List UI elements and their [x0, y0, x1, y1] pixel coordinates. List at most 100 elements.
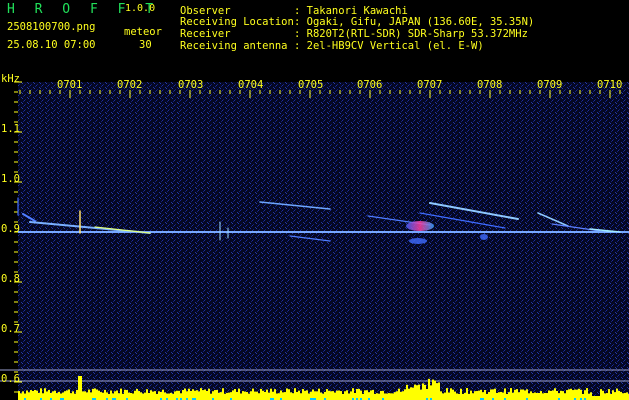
level-bar [602, 390, 604, 400]
info-value-observer: : Takanori Kawachi [294, 5, 408, 17]
level-bar [570, 388, 572, 400]
level-bar [82, 391, 84, 400]
level-bar [472, 393, 474, 400]
level-bar [240, 393, 242, 400]
level-bar [450, 388, 452, 400]
level-bar [248, 393, 250, 400]
level-bar [490, 389, 492, 400]
level-bar [540, 391, 542, 400]
level-bar [218, 392, 220, 400]
level-bar [390, 393, 392, 400]
level-bar [460, 388, 462, 400]
level-bar [508, 392, 510, 400]
level-bar [564, 393, 566, 400]
level-bar [216, 389, 218, 400]
y-tick-label: 0.9 [1, 223, 20, 235]
level-bar [48, 389, 50, 400]
level-bar [332, 391, 334, 400]
level-bar [550, 390, 552, 400]
level-bar [616, 388, 618, 400]
level-bar [46, 391, 48, 400]
level-bar [572, 390, 574, 400]
level-bar [588, 393, 590, 400]
image-filename: 2508100700.png [7, 21, 96, 33]
capture-datetime: 25.08.10 07:00 [7, 39, 96, 51]
level-bar [596, 396, 598, 400]
level-bar [190, 391, 192, 400]
level-bar [502, 392, 504, 400]
level-bar [462, 393, 464, 400]
level-bar [290, 392, 292, 400]
hrofft-window: H R O F F T 1.0.0 2508100700.png meteor … [0, 0, 629, 400]
level-bar [444, 392, 446, 400]
level-bar [258, 393, 260, 400]
level-bar [78, 376, 80, 400]
level-bar [134, 390, 136, 400]
level-bar [244, 391, 246, 400]
level-bar [344, 391, 346, 400]
level-bar [392, 393, 394, 400]
level-bar [322, 393, 324, 400]
level-bar [576, 389, 578, 400]
x-tick-label: 0702 [117, 79, 143, 91]
level-bar [214, 390, 216, 400]
level-bar [276, 393, 278, 400]
level-bar [336, 390, 338, 400]
level-bar [18, 391, 20, 400]
y-tick-label: 0.6 [1, 373, 20, 385]
level-bar [548, 390, 550, 400]
level-bar [302, 389, 304, 400]
level-bar [470, 390, 472, 400]
level-bar [430, 385, 432, 400]
level-bar [252, 388, 254, 400]
meteor-echo [409, 238, 427, 244]
level-bar [330, 391, 332, 400]
level-bar [542, 393, 544, 400]
level-bar [500, 391, 502, 400]
level-bar [400, 391, 402, 400]
level-bar [116, 390, 118, 400]
level-bar [340, 391, 342, 400]
level-bar [22, 391, 24, 400]
level-bar [418, 384, 420, 400]
level-bar [264, 391, 266, 400]
level-bar [38, 392, 40, 400]
level-bar [118, 393, 120, 400]
y-axis-unit: kHz [1, 73, 20, 85]
level-bar [582, 393, 584, 400]
level-bar [28, 392, 30, 400]
level-bar [488, 392, 490, 400]
level-bar [348, 393, 350, 400]
level-bar [496, 392, 498, 400]
info-label-location: Receiving Location [180, 16, 294, 28]
level-bar [484, 390, 486, 400]
level-bar [232, 390, 234, 400]
level-bar [144, 392, 146, 400]
level-bar [66, 390, 68, 400]
level-bar [534, 392, 536, 400]
y-tick-label: 0.7 [1, 323, 20, 335]
x-tick-label: 0706 [357, 79, 383, 91]
level-bar [456, 393, 458, 400]
level-bar [388, 393, 390, 400]
level-bar [474, 391, 476, 400]
level-bar [620, 391, 622, 400]
level-bar [256, 391, 258, 400]
level-bar [452, 389, 454, 400]
level-bar [544, 392, 546, 400]
level-bar [296, 391, 298, 400]
level-bar [538, 392, 540, 400]
level-bar [384, 393, 386, 400]
level-bar [346, 390, 348, 400]
level-bar [510, 388, 512, 400]
info-label-receiver: Receiver [180, 28, 231, 40]
level-bar [142, 393, 144, 400]
y-tick-label: 0.8 [1, 273, 20, 285]
level-bar [614, 392, 616, 400]
level-bar [278, 393, 280, 400]
level-bar [198, 391, 200, 400]
level-bar [406, 384, 408, 400]
level-bar [402, 391, 404, 400]
level-bar [96, 389, 98, 400]
y-tick-label: 1.1 [1, 123, 20, 135]
